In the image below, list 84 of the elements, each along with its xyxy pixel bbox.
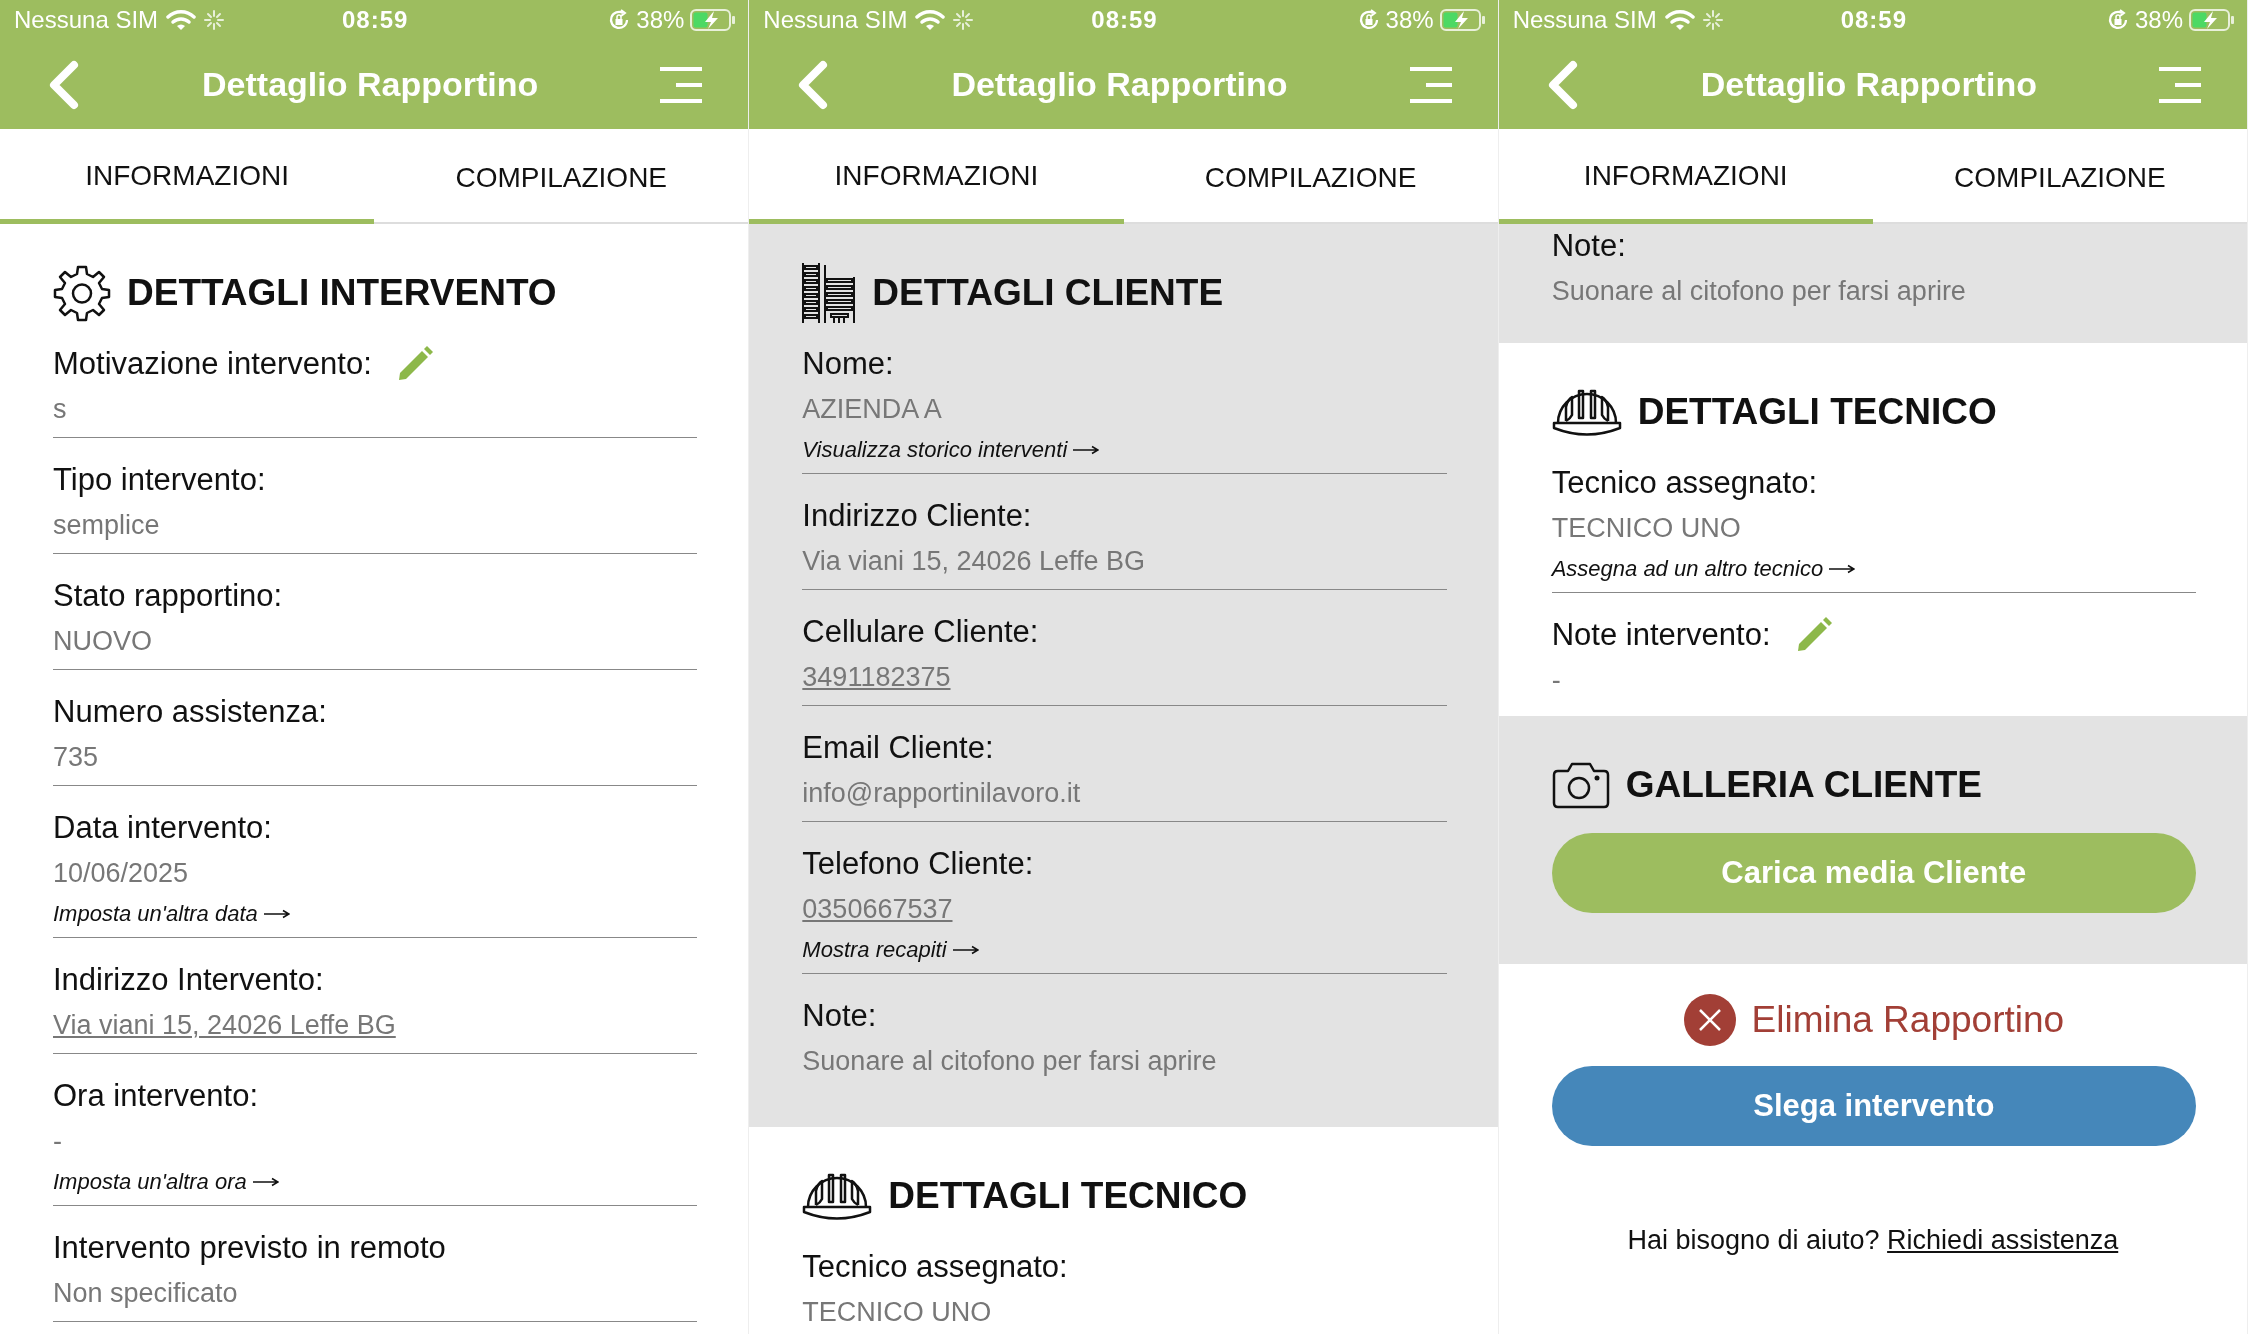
clock-time: 08:59 bbox=[341, 6, 409, 34]
carrier-text: Nessuna SIM bbox=[763, 6, 908, 34]
field-value: 735 bbox=[53, 741, 99, 774]
camera-icon bbox=[1551, 761, 1610, 809]
rotation-lock-icon bbox=[2106, 9, 2129, 31]
field-value: AZIENDA A bbox=[802, 393, 942, 426]
field-label: Numero assistenza: bbox=[53, 694, 327, 730]
field-label: Tipo intervento: bbox=[53, 462, 266, 498]
carrier-text: Nessuna SIM bbox=[14, 6, 159, 34]
field-label: Indirizzo Intervento: bbox=[53, 962, 324, 998]
field-label: Note: bbox=[1551, 228, 1626, 264]
close-icon bbox=[1683, 994, 1736, 1046]
spinner-icon bbox=[953, 10, 974, 30]
clock-time: 08:59 bbox=[1091, 6, 1158, 34]
arrow-icon bbox=[1829, 564, 1856, 574]
action-link[interactable]: Imposta un'altra data bbox=[53, 896, 290, 932]
field-label: Data intervento: bbox=[53, 810, 272, 846]
field-label: Motivazione intervento: bbox=[53, 346, 372, 382]
field-label: Nome: bbox=[802, 346, 894, 382]
field-label: Indirizzo Cliente: bbox=[802, 498, 1032, 534]
field-value: Via viani 15, 24026 Leffe BG bbox=[802, 545, 1146, 578]
field-label: Stato rapportino: bbox=[53, 578, 283, 614]
arrow-icon bbox=[1073, 445, 1100, 455]
section-title: DETTAGLI TECNICO bbox=[888, 1175, 1248, 1217]
help-text: Hai bisogno di aiuto? Richiedi assistenza bbox=[1626, 1224, 2120, 1257]
section-title: DETTAGLI INTERVENTO bbox=[127, 272, 557, 314]
battery-percent: 38% bbox=[1385, 6, 1434, 34]
field-value: - bbox=[53, 1125, 62, 1158]
field-value: NUOVO bbox=[53, 625, 152, 658]
field-value: Non specificato bbox=[53, 1277, 238, 1310]
field-value: semplice bbox=[53, 509, 160, 542]
rotation-lock-icon bbox=[608, 9, 631, 31]
menu-icon[interactable] bbox=[2159, 65, 2201, 104]
field-value: - bbox=[1551, 664, 1561, 697]
wifi-icon bbox=[166, 9, 197, 31]
section-title: GALLERIA CLIENTE bbox=[1625, 764, 1982, 806]
field-label: Ora intervento: bbox=[53, 1078, 259, 1114]
section-title: DETTAGLI CLIENTE bbox=[872, 272, 1224, 314]
building-icon bbox=[802, 262, 857, 324]
spinner-icon bbox=[204, 10, 225, 30]
field-label: Intervento previsto in remoto bbox=[53, 1230, 446, 1266]
carrier-text: Nessuna SIM bbox=[1512, 6, 1657, 34]
field-label: Email Cliente: bbox=[802, 730, 994, 766]
support-link[interactable]: Richiedi assistenza bbox=[1887, 1225, 2119, 1255]
battery-percent: 38% bbox=[2134, 6, 2183, 34]
clock-time: 08:59 bbox=[1840, 6, 1907, 34]
action-link[interactable]: Visualizza storico interventi bbox=[802, 432, 1100, 468]
delete-button[interactable]: Elimina Rapportino bbox=[1677, 990, 2071, 1050]
field-value: info@rapportinilavoro.it bbox=[802, 777, 1081, 810]
field-value: Suonare al citofono per farsi aprire bbox=[1551, 275, 1966, 308]
battery-icon bbox=[2189, 8, 2235, 32]
field-label: Note intervento: bbox=[1551, 617, 1771, 653]
field-value: TECNICO UNO bbox=[1551, 512, 1741, 545]
action-link[interactable]: Assegna ad un altro tecnico bbox=[1551, 551, 1856, 587]
arrow-icon bbox=[952, 945, 979, 955]
field-value: Suonare al citofono per farsi aprire bbox=[802, 1045, 1217, 1078]
action-link[interactable]: Imposta un'altra ora bbox=[53, 1164, 279, 1200]
rotation-lock-icon bbox=[1357, 9, 1380, 31]
spinner-icon bbox=[1702, 10, 1723, 30]
action-link[interactable]: Mostra recapiti bbox=[802, 932, 979, 968]
screen-title: Dettaglio Rapportino bbox=[1699, 65, 2038, 104]
battery-percent: 38% bbox=[636, 6, 685, 34]
screen-title: Dettaglio Rapportino bbox=[950, 65, 1289, 104]
menu-icon[interactable] bbox=[660, 65, 703, 104]
wifi-icon bbox=[1664, 9, 1695, 31]
battery-icon bbox=[1439, 8, 1486, 32]
field-value: s bbox=[53, 393, 67, 426]
field-label: Note: bbox=[802, 998, 877, 1034]
screen-title: Dettaglio Rapportino bbox=[201, 65, 540, 104]
field-value: TECNICO UNO bbox=[802, 1296, 992, 1329]
unlink-button[interactable]: Slega intervento bbox=[1551, 1066, 2196, 1146]
arrow-icon bbox=[263, 909, 290, 919]
arrow-icon bbox=[252, 1177, 279, 1187]
section-title: DETTAGLI TECNICO bbox=[1637, 391, 1997, 433]
value-link[interactable]: Via viani 15, 24026 Leffe BG bbox=[53, 1002, 396, 1048]
battery-icon bbox=[690, 8, 737, 32]
field-value: 10/06/2025 bbox=[53, 857, 189, 890]
field-label: Tecnico assegnato: bbox=[802, 1249, 1068, 1285]
gear-icon bbox=[53, 264, 111, 322]
field-label: Telefono Cliente: bbox=[802, 846, 1034, 882]
field-label: Tecnico assegnato: bbox=[1551, 465, 1818, 501]
menu-icon[interactable] bbox=[1409, 65, 1452, 104]
field-label: Cellulare Cliente: bbox=[802, 614, 1039, 650]
wifi-icon bbox=[915, 9, 946, 31]
